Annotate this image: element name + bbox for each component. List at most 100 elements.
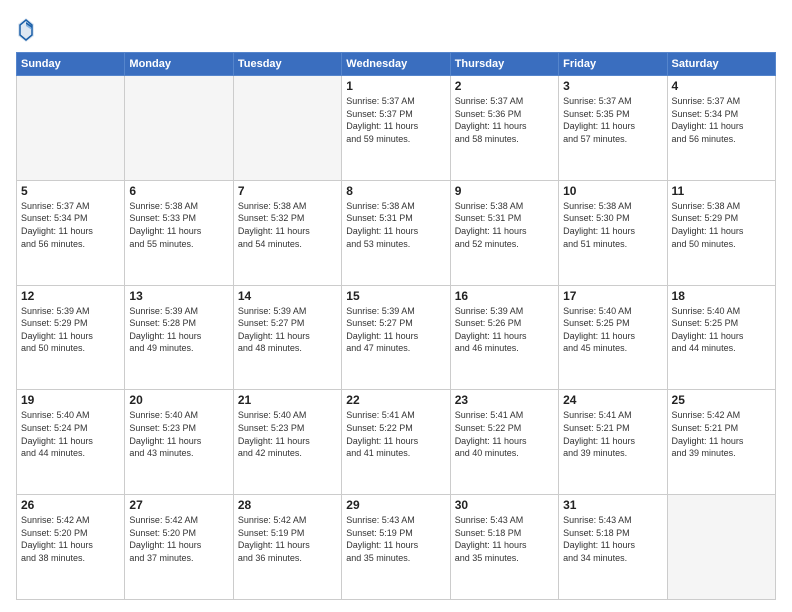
day-number: 10 xyxy=(563,184,662,198)
day-info: Sunrise: 5:43 AM Sunset: 5:18 PM Dayligh… xyxy=(455,514,554,564)
calendar-cell: 13Sunrise: 5:39 AM Sunset: 5:28 PM Dayli… xyxy=(125,285,233,390)
logo xyxy=(16,16,40,44)
day-info: Sunrise: 5:40 AM Sunset: 5:25 PM Dayligh… xyxy=(672,305,771,355)
day-number: 11 xyxy=(672,184,771,198)
day-number: 23 xyxy=(455,393,554,407)
day-info: Sunrise: 5:38 AM Sunset: 5:32 PM Dayligh… xyxy=(238,200,337,250)
day-info: Sunrise: 5:43 AM Sunset: 5:19 PM Dayligh… xyxy=(346,514,445,564)
day-number: 28 xyxy=(238,498,337,512)
day-info: Sunrise: 5:42 AM Sunset: 5:21 PM Dayligh… xyxy=(672,409,771,459)
calendar-cell: 3 Sunrise: 5:37 AM Sunset: 5:35 PM Daylig… xyxy=(559,76,667,181)
day-info: Sunrise: 5:39 AM Sunset: 5:27 PM Dayligh… xyxy=(238,305,337,355)
calendar-header-row: SundayMondayTuesdayWednesdayThursdayFrid… xyxy=(17,53,776,76)
weekday-header-friday: Friday xyxy=(559,53,667,76)
calendar-cell: 5 Sunrise: 5:37 AM Sunset: 5:34 PM Daylig… xyxy=(17,180,125,285)
calendar-cell: 23 Sunrise: 5:41 AM Sunset: 5:22 PM Dayli… xyxy=(450,390,558,495)
day-number: 7 xyxy=(238,184,337,198)
weekday-header-sunday: Sunday xyxy=(17,53,125,76)
calendar-cell xyxy=(667,495,775,600)
day-number: 4 xyxy=(672,79,771,93)
day-info: Sunrise: 5:42 AM Sunset: 5:19 PM Dayligh… xyxy=(238,514,337,564)
day-info: Sunrise: 5:37 AM Sunset: 5:36 PM Dayligh… xyxy=(455,95,554,145)
calendar-cell: 31 Sunrise: 5:43 AM Sunset: 5:18 PM Dayli… xyxy=(559,495,667,600)
day-info: Sunrise: 5:42 AM Sunset: 5:20 PM Dayligh… xyxy=(129,514,228,564)
day-info: Sunrise: 5:38 AM Sunset: 5:31 PM Dayligh… xyxy=(346,200,445,250)
week-row-4: 19 Sunrise: 5:40 AM Sunset: 5:24 PM Dayli… xyxy=(17,390,776,495)
day-number: 20 xyxy=(129,393,228,407)
calendar-cell: 9Sunrise: 5:38 AM Sunset: 5:31 PM Daylig… xyxy=(450,180,558,285)
day-number: 8 xyxy=(346,184,445,198)
day-number: 6 xyxy=(129,184,228,198)
calendar-cell xyxy=(233,76,341,181)
calendar-cell: 15 Sunrise: 5:39 AM Sunset: 5:27 PM Dayli… xyxy=(342,285,450,390)
weekday-header-monday: Monday xyxy=(125,53,233,76)
calendar-cell: 6Sunrise: 5:38 AM Sunset: 5:33 PM Daylig… xyxy=(125,180,233,285)
day-info: Sunrise: 5:40 AM Sunset: 5:25 PM Dayligh… xyxy=(563,305,662,355)
day-info: Sunrise: 5:41 AM Sunset: 5:22 PM Dayligh… xyxy=(455,409,554,459)
day-info: Sunrise: 5:37 AM Sunset: 5:34 PM Dayligh… xyxy=(672,95,771,145)
page: SundayMondayTuesdayWednesdayThursdayFrid… xyxy=(0,0,792,612)
calendar-cell: 1Sunrise: 5:37 AM Sunset: 5:37 PM Daylig… xyxy=(342,76,450,181)
day-number: 26 xyxy=(21,498,120,512)
calendar-cell: 14 Sunrise: 5:39 AM Sunset: 5:27 PM Dayli… xyxy=(233,285,341,390)
day-number: 18 xyxy=(672,289,771,303)
calendar-cell: 27 Sunrise: 5:42 AM Sunset: 5:20 PM Dayli… xyxy=(125,495,233,600)
day-info: Sunrise: 5:40 AM Sunset: 5:24 PM Dayligh… xyxy=(21,409,120,459)
day-number: 15 xyxy=(346,289,445,303)
week-row-1: 1Sunrise: 5:37 AM Sunset: 5:37 PM Daylig… xyxy=(17,76,776,181)
calendar-cell: 7 Sunrise: 5:38 AM Sunset: 5:32 PM Daylig… xyxy=(233,180,341,285)
day-info: Sunrise: 5:38 AM Sunset: 5:30 PM Dayligh… xyxy=(563,200,662,250)
calendar-cell: 19 Sunrise: 5:40 AM Sunset: 5:24 PM Dayli… xyxy=(17,390,125,495)
calendar-cell: 21 Sunrise: 5:40 AM Sunset: 5:23 PM Dayli… xyxy=(233,390,341,495)
logo-icon xyxy=(16,16,36,44)
day-number: 17 xyxy=(563,289,662,303)
day-number: 5 xyxy=(21,184,120,198)
day-number: 21 xyxy=(238,393,337,407)
day-number: 27 xyxy=(129,498,228,512)
day-info: Sunrise: 5:41 AM Sunset: 5:21 PM Dayligh… xyxy=(563,409,662,459)
day-info: Sunrise: 5:39 AM Sunset: 5:26 PM Dayligh… xyxy=(455,305,554,355)
calendar-cell: 4 Sunrise: 5:37 AM Sunset: 5:34 PM Daylig… xyxy=(667,76,775,181)
calendar-cell: 16 Sunrise: 5:39 AM Sunset: 5:26 PM Dayli… xyxy=(450,285,558,390)
day-info: Sunrise: 5:40 AM Sunset: 5:23 PM Dayligh… xyxy=(238,409,337,459)
header xyxy=(16,12,776,44)
day-info: Sunrise: 5:37 AM Sunset: 5:37 PM Dayligh… xyxy=(346,95,445,145)
calendar-cell: 24Sunrise: 5:41 AM Sunset: 5:21 PM Dayli… xyxy=(559,390,667,495)
day-info: Sunrise: 5:37 AM Sunset: 5:34 PM Dayligh… xyxy=(21,200,120,250)
calendar-cell: 29 Sunrise: 5:43 AM Sunset: 5:19 PM Dayli… xyxy=(342,495,450,600)
day-info: Sunrise: 5:43 AM Sunset: 5:18 PM Dayligh… xyxy=(563,514,662,564)
calendar-cell xyxy=(125,76,233,181)
day-info: Sunrise: 5:40 AM Sunset: 5:23 PM Dayligh… xyxy=(129,409,228,459)
weekday-header-tuesday: Tuesday xyxy=(233,53,341,76)
day-number: 16 xyxy=(455,289,554,303)
day-number: 2 xyxy=(455,79,554,93)
calendar-cell: 26Sunrise: 5:42 AM Sunset: 5:20 PM Dayli… xyxy=(17,495,125,600)
day-number: 30 xyxy=(455,498,554,512)
day-number: 14 xyxy=(238,289,337,303)
calendar-cell: 2 Sunrise: 5:37 AM Sunset: 5:36 PM Daylig… xyxy=(450,76,558,181)
calendar-cell: 18 Sunrise: 5:40 AM Sunset: 5:25 PM Dayli… xyxy=(667,285,775,390)
calendar-table: SundayMondayTuesdayWednesdayThursdayFrid… xyxy=(16,52,776,600)
calendar-cell: 30 Sunrise: 5:43 AM Sunset: 5:18 PM Dayli… xyxy=(450,495,558,600)
calendar-cell: 12Sunrise: 5:39 AM Sunset: 5:29 PM Dayli… xyxy=(17,285,125,390)
week-row-5: 26 Sunrise: 5:42 AM Sunset: 5:20 PM Dayli… xyxy=(17,495,776,600)
calendar-cell: 17 Sunrise: 5:40 AM Sunset: 5:25 PM Dayli… xyxy=(559,285,667,390)
weekday-header-saturday: Saturday xyxy=(667,53,775,76)
calendar-cell: 10 Sunrise: 5:38 AM Sunset: 5:30 PM Dayli… xyxy=(559,180,667,285)
day-number: 3 xyxy=(563,79,662,93)
week-row-2: 5 Sunrise: 5:37 AM Sunset: 5:34 PM Daylig… xyxy=(17,180,776,285)
day-number: 9 xyxy=(455,184,554,198)
day-info: Sunrise: 5:37 AM Sunset: 5:35 PM Dayligh… xyxy=(563,95,662,145)
day-number: 19 xyxy=(21,393,120,407)
day-info: Sunrise: 5:39 AM Sunset: 5:27 PM Dayligh… xyxy=(346,305,445,355)
day-number: 25 xyxy=(672,393,771,407)
calendar-cell: 20 Sunrise: 5:40 AM Sunset: 5:23 PM Dayli… xyxy=(125,390,233,495)
day-number: 29 xyxy=(346,498,445,512)
weekday-header-thursday: Thursday xyxy=(450,53,558,76)
day-info: Sunrise: 5:38 AM Sunset: 5:29 PM Dayligh… xyxy=(672,200,771,250)
calendar-cell: 28 Sunrise: 5:42 AM Sunset: 5:19 PM Dayli… xyxy=(233,495,341,600)
day-number: 31 xyxy=(563,498,662,512)
calendar-cell: 8 Sunrise: 5:38 AM Sunset: 5:31 PM Daylig… xyxy=(342,180,450,285)
weekday-header-wednesday: Wednesday xyxy=(342,53,450,76)
day-info: Sunrise: 5:39 AM Sunset: 5:28 PM Dayligh… xyxy=(129,305,228,355)
